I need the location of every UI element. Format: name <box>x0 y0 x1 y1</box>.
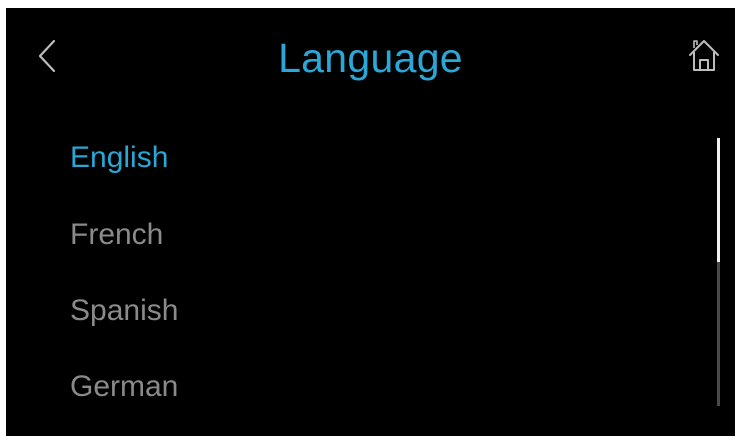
header-bar: Language <box>6 8 735 108</box>
language-item-spanish[interactable]: Spanish <box>70 293 178 329</box>
home-button[interactable] <box>686 36 722 76</box>
home-icon <box>686 36 722 76</box>
language-item-french[interactable]: French <box>70 217 163 253</box>
language-item-german[interactable]: German <box>70 369 178 405</box>
language-item-english[interactable]: English <box>70 140 168 176</box>
scrollbar-track[interactable] <box>717 138 720 406</box>
page-title: Language <box>278 35 463 81</box>
language-screen: Language English French Spanish German <box>6 8 735 436</box>
scrollbar-thumb[interactable] <box>717 138 720 262</box>
